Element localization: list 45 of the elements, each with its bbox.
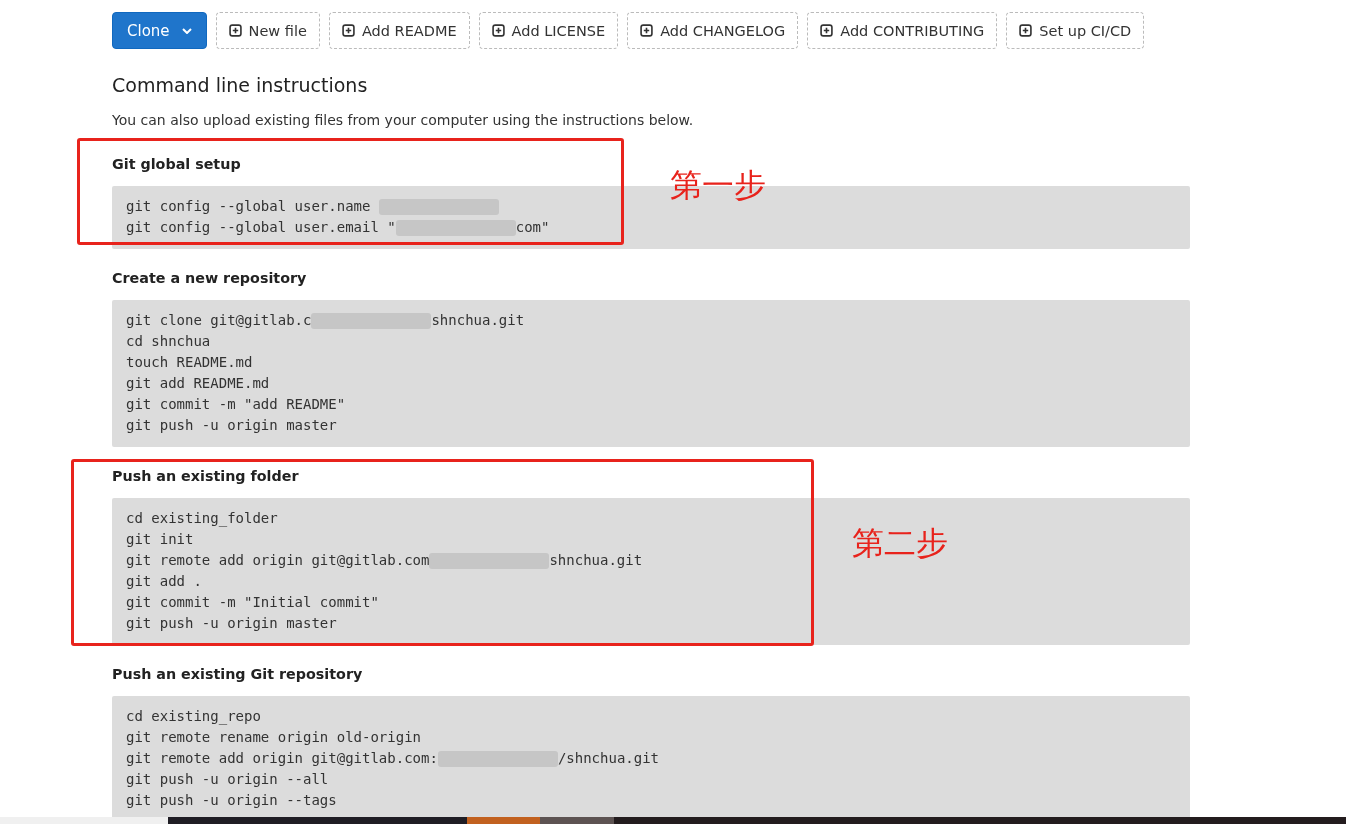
code-text: cd existing_repo xyxy=(126,707,261,727)
plus-square-icon xyxy=(341,24,355,37)
add-file-button[interactable]: Add LICENSE xyxy=(478,12,619,49)
code-text: git add README.md xyxy=(126,374,270,393)
chevron-down-icon xyxy=(181,27,192,34)
plus-square-icon xyxy=(1019,24,1033,37)
section-heading: Git global setup xyxy=(112,156,242,174)
code-text: git commit -m "add README" xyxy=(126,395,346,414)
code-text: git clone git@gitlab.c xyxy=(126,311,312,330)
add-file-button[interactable]: Add CONTRIBUTING xyxy=(807,12,998,49)
code-text: git config --global user.name xyxy=(126,197,372,216)
clone-button[interactable]: Clone xyxy=(112,12,207,49)
code-text: com" xyxy=(515,218,550,237)
plus-square-icon xyxy=(640,24,654,37)
code-text: git push -u origin master xyxy=(126,416,337,435)
code-text: shnchua.git xyxy=(431,311,525,330)
code-text: git init xyxy=(126,530,194,549)
code-text: git push -u origin master xyxy=(126,614,337,633)
code-text: git remote rename origin old-origin xyxy=(126,728,421,747)
add-file-button[interactable]: New file xyxy=(215,12,320,49)
add-file-button[interactable]: Set up CI/CD xyxy=(1006,12,1145,49)
code-text: touch README.md xyxy=(126,353,253,372)
section-title: Command line instructions xyxy=(112,74,369,98)
add-file-button[interactable]: Add README xyxy=(328,12,470,49)
code-text: /shnchua.git xyxy=(557,749,660,768)
section-heading: Push an existing Git repository xyxy=(112,666,364,684)
code-text: cd existing_folder xyxy=(126,509,278,529)
code-text: git remote add origin git@gitlab.com xyxy=(126,551,430,570)
add-file-button[interactable]: Add CHANGELOG xyxy=(627,12,799,49)
code-text: git remote add origin git@gitlab.com: xyxy=(126,749,438,768)
code-text: cd shnchua xyxy=(126,332,211,351)
code-text: git push -u origin --tags xyxy=(126,791,337,810)
code-text: git config --global user.email " xyxy=(126,218,396,237)
section-heading: Create a new repository xyxy=(112,270,308,288)
code-text: shnchua.git xyxy=(549,551,643,570)
annotation-label: 第一步 xyxy=(670,165,766,206)
intro-text: You can also upload existing files from your computer using the instructions below. xyxy=(112,112,695,128)
code-text: git add . xyxy=(126,572,202,591)
code-text: git push -u origin --all xyxy=(126,770,329,789)
plus-square-icon xyxy=(491,24,505,37)
code-text: git commit -m "Initial commit" xyxy=(126,593,379,612)
plus-square-icon xyxy=(228,24,242,37)
section-heading: Push an existing folder xyxy=(112,468,300,486)
annotation-label: 第二步 xyxy=(852,523,948,564)
plus-square-icon xyxy=(820,24,834,37)
